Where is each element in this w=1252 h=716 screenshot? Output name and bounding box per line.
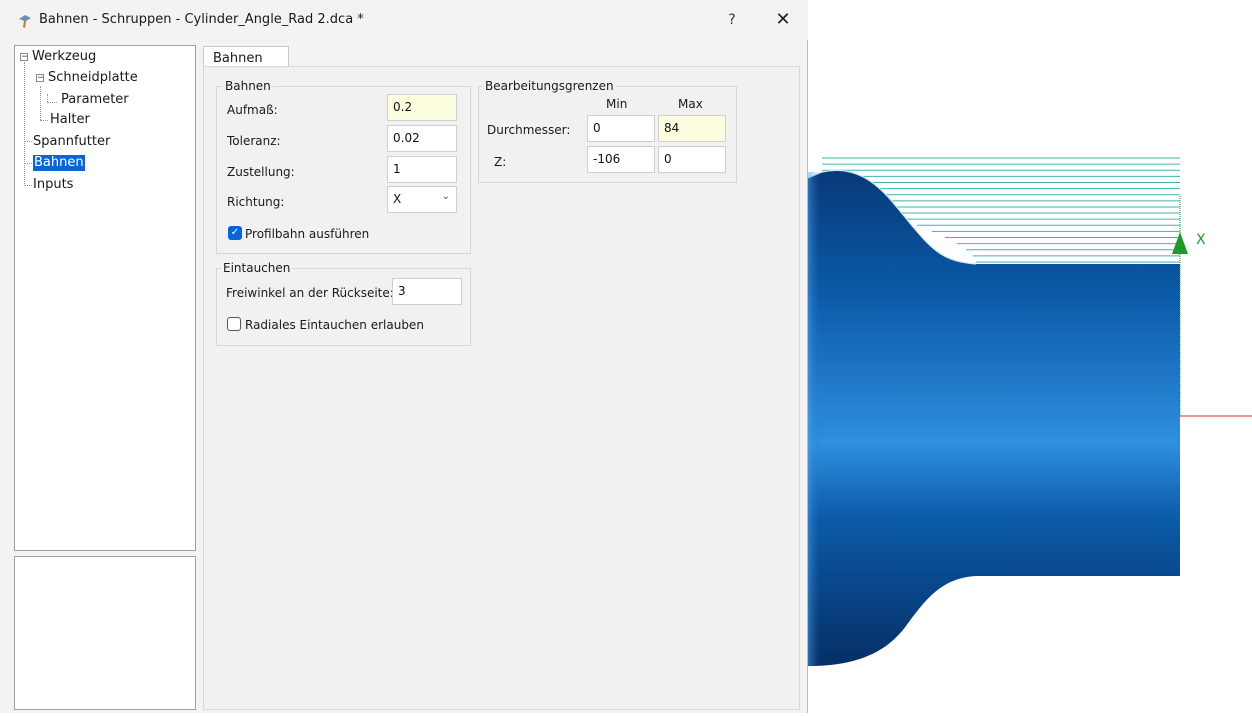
tree-line xyxy=(24,62,25,186)
tree-line xyxy=(47,102,57,103)
tree-item-bahnen[interactable]: Bahnen xyxy=(33,155,85,171)
aufmass-field[interactable]: 0.2 xyxy=(387,94,457,121)
tree-line xyxy=(47,94,48,102)
z-max-field[interactable]: 0 xyxy=(658,146,726,173)
profilbahn-label[interactable]: Profilbahn ausführen xyxy=(245,227,369,241)
window-title: Bahnen - Schruppen - Cylinder_Angle_Rad … xyxy=(39,12,364,27)
toleranz-field[interactable]: 0.02 xyxy=(387,125,457,152)
tree-line xyxy=(40,120,48,121)
help-button[interactable]: ? xyxy=(720,8,744,32)
richtung-select[interactable]: X ⌄ xyxy=(387,186,457,213)
x-axis-label: X xyxy=(1196,232,1206,248)
bahnen-dialog: Bahnen - Schruppen - Cylinder_Angle_Rad … xyxy=(0,0,808,713)
toleranz-label: Toleranz: xyxy=(227,134,281,148)
title-bar: Bahnen - Schruppen - Cylinder_Angle_Rad … xyxy=(0,0,808,40)
durchmesser-min-field[interactable]: 0 xyxy=(587,115,655,142)
navigation-tree: − Werkzeug − Schneidplatte Parameter Hal… xyxy=(14,45,196,551)
aufmass-label: Aufmaß: xyxy=(227,103,278,117)
freiwinkel-label: Freiwinkel an der Rückseite: xyxy=(226,286,394,300)
x-axis-arrow-icon xyxy=(1172,232,1188,254)
collapse-icon[interactable]: − xyxy=(36,74,45,83)
tree-item-spannfutter[interactable]: Spannfutter xyxy=(33,134,110,150)
radial-checkbox[interactable] xyxy=(227,317,241,331)
z-min-field[interactable]: -106 xyxy=(587,146,655,173)
tree-line xyxy=(40,86,41,120)
close-button[interactable]: ✕ xyxy=(770,8,796,32)
bahnen-group-title: Bahnen xyxy=(223,79,273,93)
part-face-highlight xyxy=(808,172,848,666)
tab-bahnen[interactable]: Bahnen xyxy=(203,46,289,68)
bearbeitungsgrenzen-title: Bearbeitungsgrenzen xyxy=(483,79,616,93)
min-column-header: Min xyxy=(606,97,628,111)
tree-item-parameter[interactable]: Parameter xyxy=(61,92,129,108)
tree-item-schneidplatte[interactable]: Schneidplatte xyxy=(48,70,138,86)
tab-panel: Bahnen Aufmaß: 0.2 Toleranz: 0.02 Zustel… xyxy=(203,66,800,710)
tree-line xyxy=(24,185,32,186)
tree-line xyxy=(24,141,32,142)
preview-pane xyxy=(14,556,196,710)
zustellung-field[interactable]: 1 xyxy=(387,156,457,183)
profilbahn-checkbox[interactable]: ✓ xyxy=(228,226,242,240)
durchmesser-label: Durchmesser: xyxy=(487,123,571,137)
app-icon xyxy=(19,15,31,28)
richtung-value: X xyxy=(393,192,402,206)
z-label: Z: xyxy=(494,155,507,169)
richtung-label: Richtung: xyxy=(227,195,285,209)
tree-item-halter[interactable]: Halter xyxy=(50,112,90,128)
tree-item-inputs[interactable]: Inputs xyxy=(33,177,73,193)
collapse-icon[interactable]: − xyxy=(20,53,29,62)
turned-part xyxy=(808,170,1180,666)
eintauchen-title: Eintauchen xyxy=(221,261,293,275)
chevron-down-icon[interactable]: ⌄ xyxy=(442,191,450,202)
simulation-viewport[interactable]: X xyxy=(807,0,1252,713)
tree-line xyxy=(24,163,32,164)
max-column-header: Max xyxy=(678,97,703,111)
radial-label[interactable]: Radiales Eintauchen erlauben xyxy=(245,318,424,332)
tree-item-werkzeug[interactable]: Werkzeug xyxy=(32,49,96,65)
durchmesser-max-field[interactable]: 84 xyxy=(658,115,726,142)
zustellung-label: Zustellung: xyxy=(227,165,295,179)
freiwinkel-field[interactable]: 3 xyxy=(392,278,462,305)
part-view-svg: X xyxy=(807,157,1252,666)
